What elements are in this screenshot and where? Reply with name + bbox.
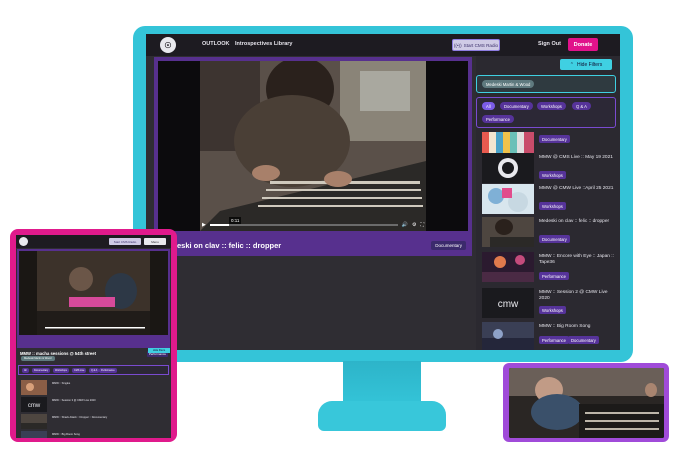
mobile-hide-filters-button[interactable]: Hide filters: [148, 348, 170, 353]
monitor-stand-base: [318, 401, 446, 431]
mobile-screen: Start CMS Radio Menu MMW :: macha sessio…: [16, 235, 171, 438]
mobile-video-player[interactable]: [19, 251, 168, 335]
mobile-list-item-title: MMW :: Big Room Song: [52, 433, 80, 436]
mini-video-still: [509, 368, 664, 438]
list-item-title: MMW :: Big Room Song: [539, 324, 591, 329]
promo-stage: ☉ OUTLOOK Introspectives Library ((•)) S…: [0, 0, 700, 471]
list-item-tag[interactable]: Performance: [539, 336, 569, 344]
active-filter-bar: Medeski Martin & Wood: [476, 75, 616, 93]
mobile-list-item[interactable]: MMW :: Shack Attack :: Dropper :: Docume…: [21, 414, 169, 430]
list-item[interactable]: MMW @ CMS Live :: May 19 2021 Workshops: [482, 153, 616, 186]
hide-filters-label: Hide Filters: [576, 61, 603, 68]
mobile-logo-icon[interactable]: [19, 237, 28, 246]
list-item[interactable]: Medeski on clav :: felic :: dropper Docu…: [482, 217, 616, 250]
list-thumbnail: [482, 322, 534, 350]
mobile-radio-button[interactable]: Start CMS Radio: [109, 238, 141, 245]
mobile-menu-button[interactable]: Menu: [144, 238, 166, 245]
list-item[interactable]: cmw MMW :: Session 2 @ CMW Live 2020 Wor…: [482, 288, 616, 321]
list-item-tag[interactable]: Documentary: [568, 336, 599, 344]
list-item[interactable]: MMW :: Encore with Eye :: Japan :: Tape3…: [482, 252, 616, 285]
sidebar-overlay: ⌃ Hide Filters Medeski Martin & Wood All…: [146, 34, 620, 350]
chevron-up-icon: ⌃: [569, 61, 574, 68]
active-filter-chip[interactable]: Medeski Martin & Wood: [482, 80, 535, 88]
list-thumbnail: [482, 153, 534, 183]
category-pill-all[interactable]: All: [482, 102, 495, 110]
svg-text:cmw: cmw: [498, 299, 519, 310]
mobile-list-item-title: MMW :: Shack Attack :: Dropper :: Docume…: [52, 416, 108, 419]
mobile-list-thumbnail: [21, 414, 47, 429]
list-thumbnail: [482, 217, 534, 247]
list-item-tag[interactable]: Workshops: [539, 306, 566, 314]
list-thumbnail: cmw: [482, 288, 534, 318]
list-item-tag[interactable]: Documentary: [539, 135, 570, 143]
list-item-tag[interactable]: Documentary: [539, 235, 570, 243]
list-item-tag[interactable]: Performance: [539, 272, 569, 280]
mobile-video-card: MMW :: macha sessions @ 54th street Perf…: [17, 249, 170, 357]
category-pill-documentary[interactable]: Documentary: [500, 102, 533, 110]
monitor-stand-neck: [343, 361, 421, 405]
mobile-category-workshops[interactable]: Workshops: [53, 368, 69, 373]
mobile-category-documentary[interactable]: Documentary: [32, 368, 51, 373]
mobile-list-thumbnail: [21, 431, 47, 438]
mobile-category-all[interactable]: All: [22, 368, 29, 373]
list-thumbnail: [482, 252, 534, 282]
mobile-list-item-title: MMW :: Session 3 @ CMW Live 2020: [52, 399, 96, 402]
category-pill-performance[interactable]: Performance: [482, 115, 514, 123]
list-item-title: MMW :: Encore with Eye :: Japan :: Tape3…: [539, 254, 614, 266]
mobile-category-cms-live[interactable]: CMS Live: [72, 368, 87, 373]
mobile-category-performance[interactable]: Performance: [99, 368, 117, 373]
list-item-title: MMW :: Session 2 @ CMW Live 2020: [539, 290, 608, 302]
hide-filters-button[interactable]: ⌃ Hide Filters: [560, 59, 612, 70]
mobile-navbar: Start CMS Radio Menu: [16, 235, 171, 248]
mobile-list-thumbnail: cmw: [21, 397, 47, 412]
list-item-title: MMW @ CMS Live :: May 19 2021: [539, 155, 613, 160]
mobile-active-filter-chip[interactable]: Medeski Martin & Wood: [21, 356, 55, 361]
list-item[interactable]: MMW :: Big Room Song Performance Documen…: [482, 322, 616, 350]
mobile-category-box: All Documentary Workshops CMS Live Q & A…: [18, 365, 169, 375]
mobile-list-item[interactable]: MMW :: Singles: [21, 380, 169, 396]
mobile-category-qa[interactable]: Q & A: [89, 368, 100, 373]
mobile-list-item[interactable]: MMW :: Big Room Song: [21, 431, 169, 438]
list-item[interactable]: MMW @ CMW Live ::April 25 2021 Workshops: [482, 184, 616, 217]
list-item-title: MMW @ CMW Live ::April 25 2021: [539, 186, 614, 191]
category-pill-qa[interactable]: Q & A: [572, 102, 591, 110]
category-pill-workshops[interactable]: Workshops: [537, 102, 566, 110]
mobile-list-thumbnail: [21, 380, 47, 395]
list-item-tag[interactable]: Workshops: [539, 171, 566, 179]
mobile-list-item-title: MMW :: Singles: [52, 382, 71, 385]
category-filter-box: All Documentary Workshops Q & A Performa…: [476, 97, 616, 128]
list-thumbnail: [482, 184, 534, 214]
list-item-tag[interactable]: Workshops: [539, 202, 566, 210]
svg-text:cmw: cmw: [28, 403, 41, 409]
list-item-title: Medeski on clav :: felic :: dropper: [539, 219, 610, 224]
mobile-list-item[interactable]: cmw MMW :: Session 3 @ CMW Live 2020: [21, 397, 169, 413]
